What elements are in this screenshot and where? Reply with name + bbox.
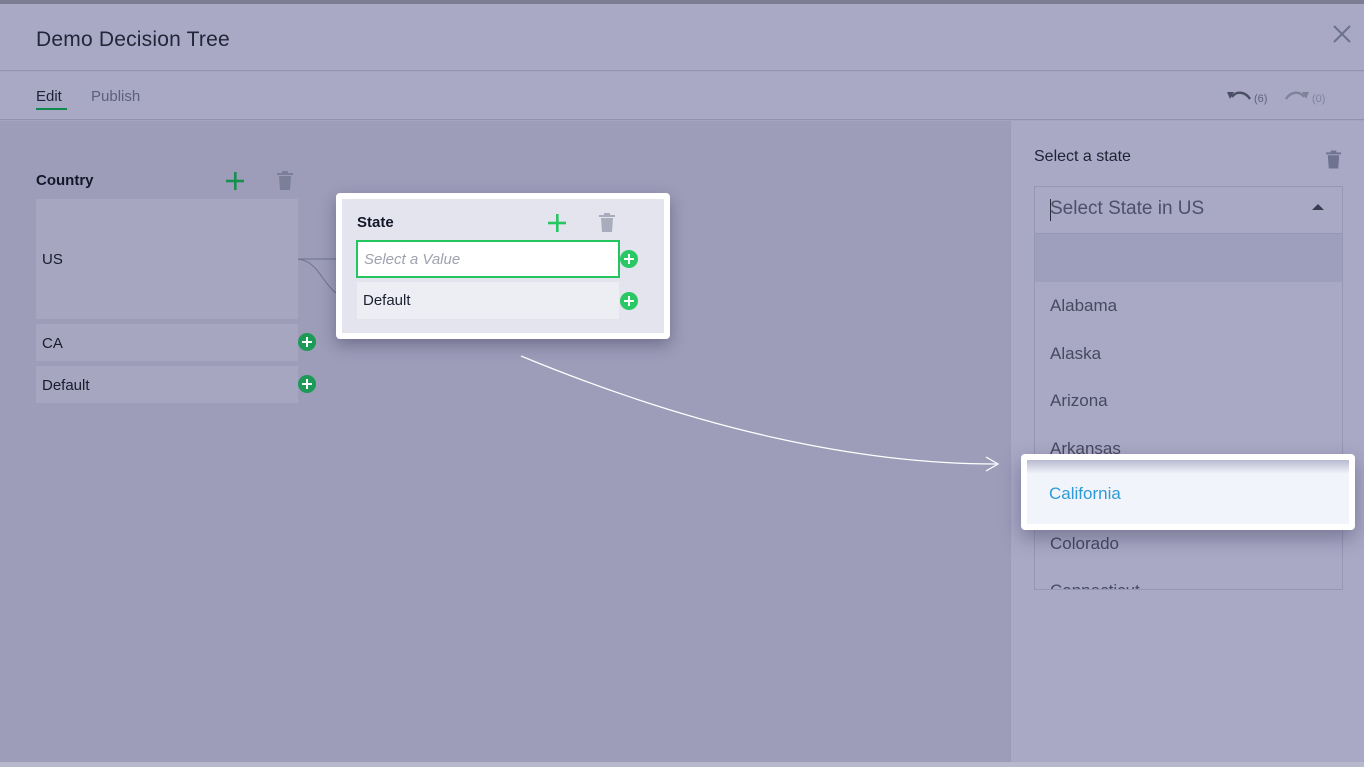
option-alabama[interactable]: Alabama bbox=[1050, 296, 1117, 316]
window-bottom-border bbox=[0, 762, 1364, 767]
state-node-title: State bbox=[357, 214, 394, 231]
delete-panel-trash-icon[interactable] bbox=[1325, 150, 1342, 170]
state-select-input[interactable]: Select State in US bbox=[1034, 186, 1343, 233]
add-child-plus-icon[interactable] bbox=[620, 250, 638, 268]
option-colorado[interactable]: Colorado bbox=[1050, 534, 1119, 554]
option-arizona[interactable]: Arizona bbox=[1050, 391, 1108, 411]
option-alaska[interactable]: Alaska bbox=[1050, 344, 1101, 364]
state-value-input[interactable]: Select a Value bbox=[356, 240, 620, 278]
option-california[interactable]: California bbox=[1049, 484, 1121, 504]
add-state-value-icon[interactable] bbox=[547, 213, 567, 233]
chevron-up-icon[interactable] bbox=[1312, 204, 1324, 210]
state-options-list[interactable]: Alabama Alaska Arizona Arkansas Colorado… bbox=[1034, 233, 1343, 590]
side-panel-label: Select a state bbox=[1034, 148, 1131, 165]
delete-state-trash-icon[interactable] bbox=[598, 213, 616, 233]
select-placeholder: Select State in US bbox=[1050, 198, 1205, 219]
state-default-label: Default bbox=[363, 292, 411, 309]
state-value-placeholder: Select a Value bbox=[364, 251, 461, 268]
state-row-default[interactable]: Default bbox=[357, 282, 619, 319]
option-connecticut[interactable]: Connecticut bbox=[1050, 581, 1140, 589]
add-child-plus-icon[interactable] bbox=[620, 292, 638, 310]
option-california-highlight[interactable]: California bbox=[1021, 454, 1355, 530]
option-empty[interactable] bbox=[1035, 234, 1342, 282]
